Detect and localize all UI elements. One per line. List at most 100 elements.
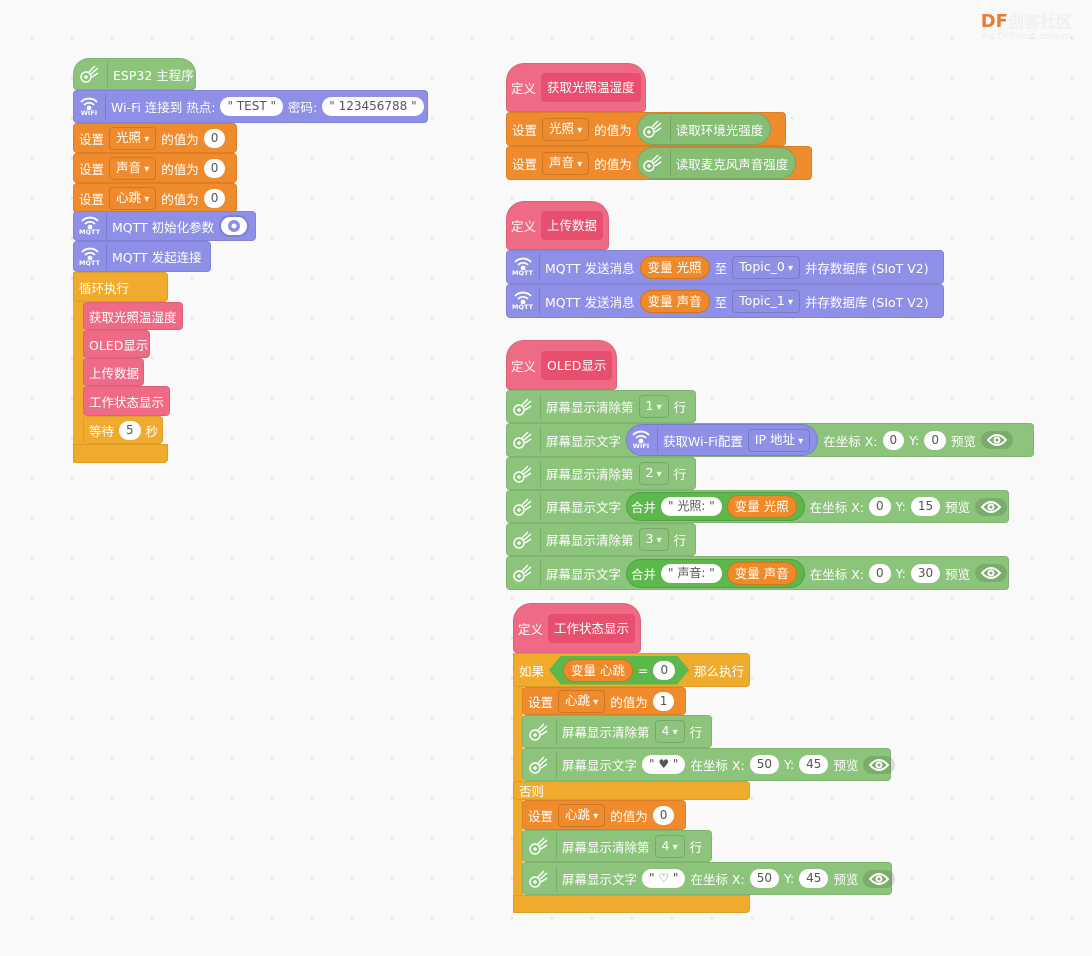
block-esp[interactable]: 屏幕显示文字WIFI获取Wi-Fi配置IP 地址在坐标 X:0Y:0预览 — [506, 423, 1034, 457]
block-proc[interactable]: 工作状态显示 — [83, 386, 170, 416]
define-hat-block[interactable]: 定义 OLED显示 — [506, 340, 617, 390]
block-set[interactable]: 设置心跳的值为1 — [522, 687, 686, 715]
block-wifi[interactable]: MQTT MQTT 发送消息变量 声音至Topic_1并存数据库 (SIoT V2… — [506, 284, 944, 318]
dropdown-select[interactable]: 心跳 — [558, 689, 606, 713]
dropdown-select[interactable]: 4 — [654, 720, 685, 743]
dropdown-select[interactable]: 1 — [638, 395, 669, 418]
block-set[interactable]: 设置心跳的值为0 — [522, 800, 686, 830]
string-input[interactable]: " 声音: " — [661, 563, 722, 583]
c-block-bottom[interactable] — [73, 444, 168, 463]
dropdown-select[interactable]: Topic_0 — [732, 255, 801, 279]
number-input[interactable]: 45 — [799, 869, 829, 888]
dropdown-select[interactable]: 声音 — [109, 156, 157, 180]
number-input[interactable]: 0 — [868, 497, 891, 516]
number-input[interactable]: 0 — [882, 430, 905, 450]
esp32-hand-icon — [512, 460, 541, 487]
dropdown-select[interactable]: Topic_1 — [732, 289, 801, 313]
string-input[interactable]: " ♥ " — [642, 755, 686, 774]
reporter-block[interactable]: 读取环境光强度 — [636, 113, 772, 145]
number-input[interactable]: 0 — [652, 805, 675, 825]
block-proc[interactable]: 获取光照温湿度 — [83, 302, 183, 330]
condition-block[interactable]: 变量 心跳 = 0 — [549, 656, 689, 685]
dropdown-select[interactable]: 光照 — [109, 126, 157, 150]
preview-eye-icon[interactable] — [975, 497, 1008, 516]
mqtt-icon-label: MQTT — [79, 228, 101, 236]
number-input[interactable]: 1 — [652, 691, 675, 711]
variable-reporter[interactable]: 变量 心跳 — [563, 659, 633, 682]
number-input[interactable]: 30 — [910, 563, 941, 583]
block-esp[interactable]: 屏幕显示清除第 2行 — [506, 457, 696, 490]
reporter-block[interactable]: 读取麦克风声音强度 — [636, 147, 797, 179]
block-control[interactable]: 如果 变量 心跳 = 0 那么执行 — [513, 653, 750, 687]
block-esp[interactable]: 屏幕显示清除第 3行 — [506, 523, 696, 556]
number-input[interactable]: 0 — [203, 128, 226, 148]
number-input[interactable]: 0 — [653, 661, 675, 680]
block-esp[interactable]: 屏幕显示清除第4行 — [522, 715, 712, 748]
block-set[interactable]: 设置声音的值为0 — [73, 153, 237, 183]
block-control[interactable]: 否则 — [513, 781, 750, 800]
block-control[interactable]: 循环执行 — [73, 272, 168, 302]
block-wifi[interactable]: MQTT MQTT 发送消息变量 光照至Topic_0并存数据库 (SIoT V2… — [506, 250, 944, 284]
string-input[interactable]: " 光照: " — [661, 497, 722, 516]
preview-eye-icon[interactable] — [975, 564, 1008, 582]
reporter-block[interactable]: 合并 " 光照: " 变量 光照 — [626, 492, 805, 521]
preview-eye-icon[interactable] — [863, 755, 896, 774]
block-label: 获取Wi-Fi配置 — [663, 433, 743, 449]
reporter-block[interactable]: WIFI 获取Wi-Fi配置 IP 地址 — [626, 424, 819, 456]
block-esp[interactable]: 屏幕显示清除第 1行 — [506, 390, 696, 423]
dropdown-select[interactable]: 心跳 — [558, 803, 606, 827]
string-input[interactable]: " 123456788 " — [322, 97, 424, 116]
variable-reporter[interactable]: 变量 光照 — [726, 495, 797, 518]
settings-gear-icon[interactable] — [219, 215, 250, 237]
block-set[interactable]: 设置声音的值为 读取麦克风声音强度 — [506, 146, 812, 180]
procedure-name: 上传数据 — [541, 211, 604, 240]
reporter-block[interactable]: 合并 " 声音: " 变量 声音 — [626, 558, 805, 588]
variable-reporter[interactable]: 变量 光照 — [639, 255, 710, 279]
block-set[interactable]: 设置光照的值为 读取环境光强度 — [506, 112, 786, 146]
block-wifi[interactable]: MQTT MQTT 发起连接 — [73, 241, 211, 272]
number-input[interactable]: 0 — [203, 188, 226, 208]
define-hat-block[interactable]: 定义 工作状态显示 — [513, 603, 641, 653]
block-esp[interactable]: 屏幕显示文字 合并 " 光照: " 变量 光照 在坐标 X: 0 Y: 15 预览 — [506, 490, 1009, 523]
number-input[interactable]: 50 — [749, 869, 779, 888]
number-input[interactable]: 15 — [910, 497, 941, 516]
number-input[interactable]: 0 — [868, 563, 891, 583]
block-esp[interactable]: 屏幕显示文字 " ♡ " 在坐标 X: 50 Y: 45 预览 — [522, 862, 896, 895]
number-input[interactable]: 0 — [924, 430, 946, 450]
dropdown-select[interactable]: IP 地址 — [747, 428, 811, 452]
procedure-name: 工作状态显示 — [548, 613, 636, 643]
variable-reporter[interactable]: 变量 声音 — [639, 289, 710, 313]
main-program-hat[interactable]: ESP32 主程序 — [73, 58, 196, 90]
number-input[interactable]: 0 — [203, 158, 226, 178]
define-hat-block[interactable]: 定义 获取光照温湿度 — [506, 63, 646, 112]
block-proc[interactable]: OLED显示 — [83, 330, 150, 358]
dropdown-select[interactable]: 2 — [638, 462, 669, 485]
block-control[interactable]: 等待 5 秒 — [83, 416, 163, 444]
dropdown-select[interactable]: 光照 — [542, 117, 590, 141]
string-input[interactable]: " ♡ " — [642, 869, 686, 888]
esp32-hand-icon — [528, 833, 557, 859]
number-input[interactable]: 45 — [799, 755, 829, 774]
block-set[interactable]: 设置光照的值为0 — [73, 123, 237, 153]
block-esp[interactable]: 屏幕显示清除第4行 — [522, 830, 712, 862]
dropdown-select[interactable]: 4 — [654, 834, 685, 858]
string-input[interactable]: " TEST " — [220, 97, 284, 116]
dropdown-select[interactable]: 声音 — [542, 151, 590, 175]
block-proc[interactable]: 上传数据 — [83, 358, 144, 386]
number-input[interactable]: 50 — [749, 755, 779, 774]
dropdown-select[interactable]: 3 — [638, 528, 669, 551]
preview-eye-icon[interactable] — [863, 869, 896, 888]
number-input[interactable]: 5 — [119, 420, 141, 440]
block-set[interactable]: 设置心跳的值为0 — [73, 183, 237, 213]
block-label: 设置 — [512, 156, 538, 172]
block-wifi[interactable]: WIFI Wi-Fi 连接到 热点: " TEST " 密码: " 123456788 … — [73, 90, 428, 123]
block-esp[interactable]: 屏幕显示文字 合并 " 声音: " 变量 声音 在坐标 X: 0 Y: 30 预览 — [506, 556, 1009, 590]
preview-eye-icon[interactable] — [980, 431, 1013, 449]
dropdown-select[interactable]: 心跳 — [109, 186, 157, 210]
block-esp[interactable]: 屏幕显示文字 " ♥ " 在坐标 X: 50 Y: 45 预览 — [522, 748, 896, 781]
block-label: MQTT 初始化参数 — [112, 219, 215, 235]
variable-reporter[interactable]: 变量 声音 — [726, 561, 797, 585]
define-hat-block[interactable]: 定义 上传数据 — [506, 201, 609, 250]
block-wifi[interactable]: MQTT MQTT 初始化参数 — [73, 211, 256, 241]
c-block-bottom[interactable] — [513, 895, 750, 913]
